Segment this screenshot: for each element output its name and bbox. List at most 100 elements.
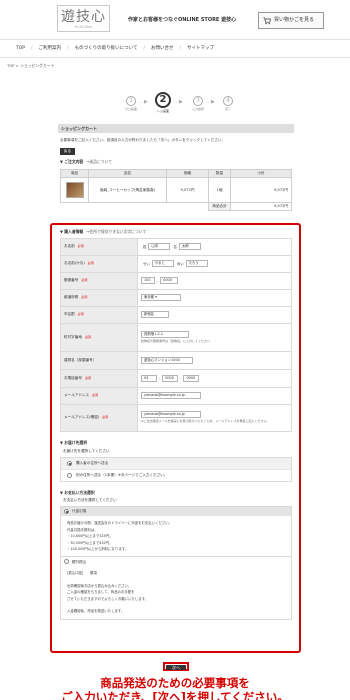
tel-2-input[interactable]: 0000 <box>162 374 179 382</box>
email-input[interactable]: yamada@example.co.jp <box>141 392 201 400</box>
street-value-cell: 西新宿1-2-1 建物名や部屋番号は「建物名」に入力してください <box>137 322 292 352</box>
nav-sitemap[interactable]: サイトマップ <box>183 46 218 52</box>
payment-options: 代金引換 商品お届けの際、運送会社のドライバーに代金をお支払いください。 代金引… <box>60 506 292 620</box>
form-row-kana: お名前(かな) 必須 せい やまと めい たろう <box>60 254 292 273</box>
order-heading-note[interactable]: →送品について <box>86 159 112 164</box>
purchaser-heading-note[interactable]: →住所で保存できない文字について <box>86 229 146 234</box>
mail2-hint: ※ご注文確認メールを確実にお受け取りいただくため、メールアドレスを再度ご記入くだ… <box>141 419 270 424</box>
nav-handling[interactable]: ものづくりの取り扱いについて <box>71 46 142 52</box>
pref-value-cell: 東京都 ▾ <box>137 288 292 307</box>
zip-label: 郵便番号 <box>64 278 79 283</box>
last-name-kana-input[interactable]: やまと <box>151 260 174 268</box>
radio-selected-icon[interactable] <box>64 509 69 515</box>
intro-text: 必要事項をご記入ください。各項目の入力が終わりましたら「次へ」ボタンをクリックし… <box>60 138 226 142</box>
zip-code-1-input[interactable]: 100 <box>141 277 155 285</box>
delivery-option-other[interactable]: 別の住所へ送る（1本便）※次ページでご入力ください。 <box>61 468 291 481</box>
next-button[interactable]: 次へ <box>166 665 186 670</box>
column-header: 小計 <box>230 169 292 178</box>
total-value: 9,072円 <box>230 202 292 211</box>
first-name-input[interactable]: 太郎 <box>178 243 201 251</box>
back-button[interactable]: 戻る <box>60 148 75 155</box>
site-logo[interactable]: 遊技心 Yu-Gi Shin <box>57 5 110 32</box>
payment-heading: ▼ お支払い方法選択 <box>60 489 95 495</box>
email-confirm-input[interactable]: yamada@example.co.jp <box>141 411 201 419</box>
name-label-cell: お名前 必須 <box>60 237 138 256</box>
payment-option-cod[interactable]: 代金引換 <box>61 507 291 517</box>
payment-option-bank[interactable]: 銀行振込 <box>61 556 291 567</box>
tel-dash: - <box>180 376 182 381</box>
step-4: 4 完了 <box>219 96 237 112</box>
last-name-input[interactable]: 山本 <box>148 243 171 251</box>
prefecture-select[interactable]: 東京都 ▾ <box>141 294 181 302</box>
step-number: 1 <box>126 96 136 106</box>
radio-selected-icon[interactable] <box>67 460 72 466</box>
zip-value-cell: 100-0000 <box>137 271 292 290</box>
city-label-cell: 市区郡 必須 <box>60 305 138 324</box>
delivery-option-self[interactable]: 購入者の住所へ送る <box>61 457 291 469</box>
payment-bank-label: 銀行振込 <box>72 559 87 564</box>
logo-main-text: 遊技心 <box>61 9 106 25</box>
city-input[interactable]: 新宿区 <box>141 311 169 319</box>
tel-3-input[interactable]: 0000 <box>183 374 200 382</box>
tel-value-cell: 03-0000-0000 <box>137 368 292 388</box>
product-image[interactable] <box>65 182 84 198</box>
radio-icon[interactable] <box>67 472 72 478</box>
required-mark: 必須 <box>77 244 84 249</box>
global-nav: TOP / ご利用案内 / ものづくりの取り扱いについて / お問い合せ / サ… <box>0 40 350 58</box>
tel-label: お電話番号 <box>64 375 82 380</box>
table-header-row: 商品 品名 価格 数量 小計 <box>60 169 292 178</box>
order-heading: ▼ ご注文内容 →送品について <box>60 159 112 165</box>
required-mark: 必須 <box>102 415 109 420</box>
name-label: お名前 <box>64 244 75 249</box>
product-subtotal: 9,072円 <box>230 177 292 203</box>
caption-line-2: ご入力いただき、[次へ]を押してください。 <box>61 690 289 700</box>
building-input[interactable]: 遊技心マンション1004 <box>141 356 193 364</box>
product-name: 焼締_コーヒーカップ(陶芸家藤森) <box>88 177 167 203</box>
site-header: 遊技心 Yu-Gi Shin 作家とお客様をつなぐONLINE STORE 遊技… <box>0 0 350 40</box>
delivery-heading: ▼ お届け先選択 <box>60 439 88 445</box>
purchaser-heading-text: ▼ 購入者情報 <box>60 229 84 234</box>
column-header: 価格 <box>166 169 209 178</box>
required-mark: 必須 <box>81 278 88 283</box>
zip-dash: - <box>157 278 159 283</box>
nav-guide[interactable]: ご利用案内 <box>35 46 66 52</box>
product-thumb-cell <box>60 177 89 203</box>
kana-label-cell: お名前(かな) 必須 <box>60 254 138 273</box>
name-value-cell: 姓山本 名太郎 <box>137 237 292 256</box>
required-mark: 必須 <box>92 393 99 398</box>
first-name-kana-input[interactable]: たろう <box>185 260 208 268</box>
building-label: 建物名（部屋番号） <box>64 358 97 363</box>
zip-label-cell: 郵便番号 必須 <box>60 271 138 290</box>
form-row-street: 町村字番地 必須 西新宿1-2-1 建物名や部屋番号は「建物名」に入力してください <box>60 322 292 352</box>
site-tagline: 作家とお客様をつなぐONLINE STORE 遊技心 <box>128 17 237 23</box>
view-cart-button[interactable]: 買い物かごを見る <box>258 12 324 29</box>
form-row-zip: 郵便番号 必須 100-0000 <box>60 271 292 290</box>
cart-icon <box>263 16 271 24</box>
delivery-subtitle: お届け先を選択してください <box>63 448 110 453</box>
next-button-highlight: 次へ <box>163 662 189 671</box>
step-1: 1 カゴ画面 <box>122 96 140 112</box>
tel-dash: - <box>159 376 161 381</box>
step-label: 入力確認 <box>191 107 204 111</box>
radio-icon[interactable] <box>64 559 69 565</box>
street-input[interactable]: 西新宿1-2-1 <box>141 330 189 338</box>
table-row: 焼締_コーヒーカップ(陶芸家藤森) 9,072円 1個 9,072円 <box>60 177 292 203</box>
step-number: 2 <box>155 92 171 108</box>
form-row-pref: 都道府県 必須 東京都 ▾ <box>60 288 292 307</box>
tel-1-input[interactable]: 03 <box>141 374 157 382</box>
pref-label-cell: 都道府県 必須 <box>60 288 138 307</box>
payment-cod-description: 商品お届けの際、運送会社のドライバーに代金をお支払いください。 代金引換手数料は… <box>61 516 291 556</box>
nav-contact[interactable]: お問い合せ <box>147 46 178 52</box>
nav-top[interactable]: TOP <box>12 46 29 52</box>
caption-line-1: 商品発送のための必要事項を <box>100 676 250 690</box>
product-qty: 1個 <box>208 177 231 203</box>
kana-sei-label: せい <box>143 261 150 266</box>
cod-line: ・100,000円以上から別料になります。 <box>67 546 129 551</box>
checkout-steps: 1 カゴ画面 …▶ 2 レジ画面 …▶ 3 入力確認 …▶ 4 完了 <box>122 92 237 118</box>
order-table: 商品 品名 価格 数量 小計 焼締_コーヒーカップ(陶芸家藤森) 9,072円 … <box>60 169 292 211</box>
required-mark: 必須 <box>87 261 94 266</box>
view-cart-label: 買い物かごを見る <box>274 17 315 24</box>
delivery-option-other-label: 別の住所へ送る（1本便）※次ページでご入力ください。 <box>76 472 168 477</box>
step-3: 3 入力確認 <box>189 96 207 112</box>
zip-code-2-input[interactable]: 0000 <box>160 277 179 285</box>
